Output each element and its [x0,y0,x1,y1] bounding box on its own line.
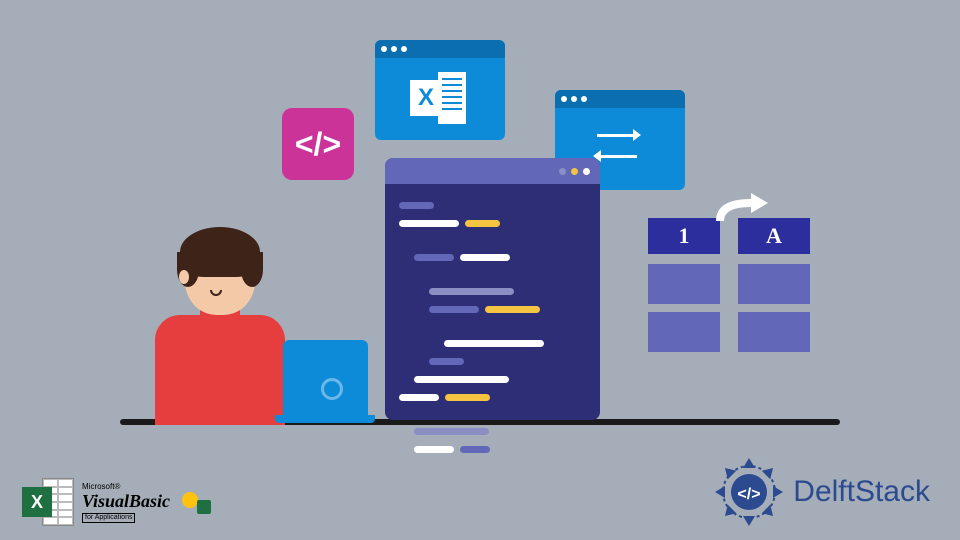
table-cell [648,264,720,304]
table-cell [738,264,810,304]
table-cell [648,312,720,352]
code-editor [385,158,600,420]
editor-titlebar [385,158,600,184]
table-conversion: 1 A [648,218,838,360]
excel-window: X [375,40,505,140]
power-icon [321,378,343,400]
window-titlebar [555,90,685,108]
table-cell [738,312,810,352]
code-tag-icon: </> [282,108,354,180]
delftstack-name: DelftStack [793,475,930,509]
refresh-icon [597,128,643,164]
excel-vba-logo: X Microsoft® VisualBasic for Application… [22,478,217,528]
conversion-arrow-icon [706,193,776,225]
code-content [385,184,600,498]
window-titlebar [375,40,505,58]
excel-app-icon: X [22,478,74,528]
delftstack-logo: </> DelftStack [713,456,930,528]
excel-icon: X [410,72,470,127]
delftstack-badge-icon: </> [713,456,785,528]
laptop-illustration [275,340,375,420]
vba-decoration-icon [182,492,217,514]
vba-label: Microsoft® VisualBasic for Applications [82,483,170,522]
svg-text:</>: </> [738,486,761,503]
